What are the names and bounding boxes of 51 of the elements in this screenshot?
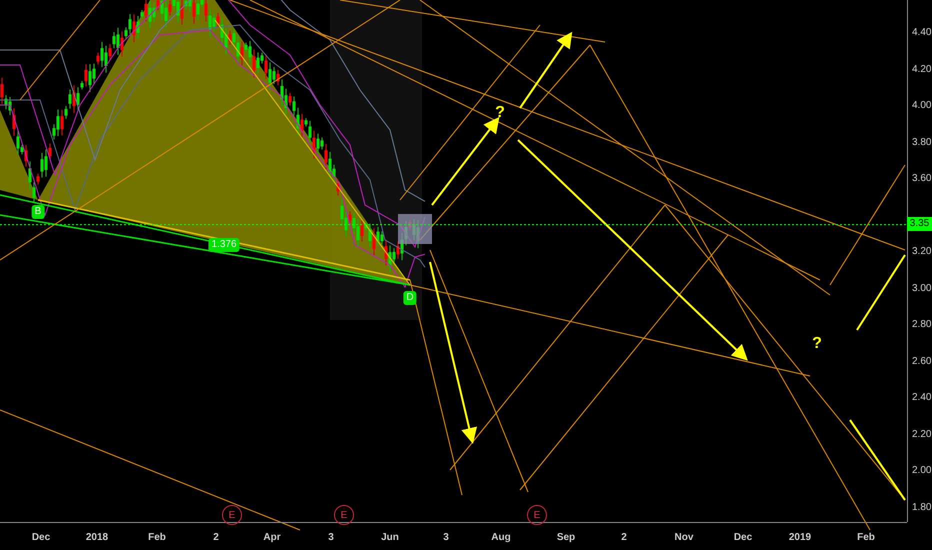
pattern-label: 1.376 <box>208 238 240 252</box>
time-label: Feb <box>148 532 166 544</box>
question-mark-annotation: ? <box>812 335 822 353</box>
pattern-label: D <box>403 291 417 305</box>
trend-line[interactable] <box>830 164 906 286</box>
time-label: 2018 <box>86 532 108 544</box>
trend-line[interactable] <box>450 204 666 470</box>
projection-arrow[interactable] <box>517 139 748 361</box>
price-label: 4.20 <box>912 64 932 76</box>
price-label: 3.60 <box>912 173 932 185</box>
trend-line[interactable] <box>20 0 100 100</box>
price-label: 2.40 <box>912 392 932 404</box>
price-label: 2.80 <box>912 319 932 331</box>
time-label: Sep <box>556 532 576 544</box>
time-label: 2 <box>621 532 627 544</box>
price-label: 2.60 <box>912 356 932 368</box>
price-label: 4.00 <box>912 100 932 112</box>
time-label: Aug <box>491 532 511 544</box>
price-label: 4.40 <box>912 27 932 39</box>
pattern-label: B <box>32 205 44 219</box>
trend-line[interactable] <box>400 24 540 200</box>
price-label: 2.20 <box>912 428 932 440</box>
question-mark-annotation: ? <box>495 104 505 122</box>
time-label: Jun <box>381 532 399 544</box>
projection-arrow[interactable] <box>519 32 572 109</box>
projection-line[interactable] <box>856 254 906 331</box>
time-label: Dec <box>32 532 50 544</box>
price-label: 3.20 <box>912 246 932 258</box>
trend-line[interactable] <box>250 0 820 280</box>
price-label: 2.00 <box>912 465 932 477</box>
projection-arrow[interactable] <box>429 262 478 444</box>
trend-line[interactable] <box>340 0 606 42</box>
projection-arrow[interactable] <box>431 116 500 206</box>
time-label: Feb <box>857 532 875 544</box>
trend-line[interactable] <box>420 0 830 296</box>
current-price-badge: 3.35 <box>907 217 932 231</box>
time-label: 2 <box>213 532 219 544</box>
time-label: 2019 <box>788 532 812 544</box>
price-label: 3.00 <box>912 282 932 294</box>
time-label: 3 <box>443 532 449 544</box>
time-label: Dec <box>734 532 752 544</box>
price-label: 3.80 <box>912 136 932 148</box>
time-label: 3 <box>328 532 334 544</box>
earnings-marker[interactable]: E <box>222 505 242 525</box>
time-label: Apr <box>263 532 281 544</box>
price-label: 1.80 <box>912 502 932 514</box>
projection-line[interactable] <box>849 419 906 501</box>
earnings-marker[interactable]: E <box>527 505 547 525</box>
earnings-marker[interactable]: E <box>334 505 354 525</box>
time-label: Nov <box>674 532 694 544</box>
trend-line[interactable] <box>430 250 528 492</box>
